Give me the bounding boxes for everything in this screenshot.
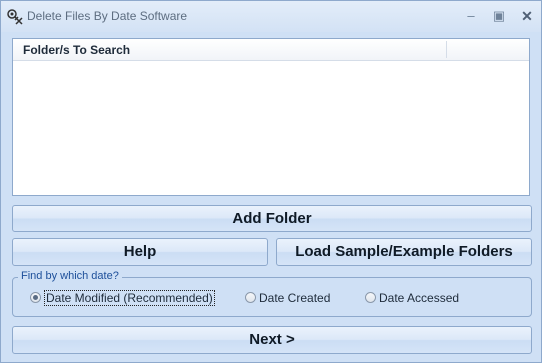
radio-label[interactable]: Date Accessed — [379, 291, 459, 305]
next-button[interactable]: Next > — [12, 326, 532, 354]
load-sample-folders-button[interactable]: Load Sample/Example Folders — [276, 238, 532, 266]
radio-label[interactable]: Date Created — [259, 291, 330, 305]
list-header: Folder/s To Search — [13, 39, 529, 61]
app-window: Delete Files By Date Software – ▣ ✕ Fold… — [0, 0, 542, 363]
app-icon — [7, 9, 23, 25]
radio-circle-selected[interactable] — [30, 292, 41, 303]
group-legend: Find by which date? — [18, 270, 122, 282]
column-header-folders[interactable]: Folder/s To Search — [23, 43, 130, 57]
date-type-group: Find by which date? Date Modified (Recom… — [12, 270, 532, 317]
folders-list[interactable]: Folder/s To Search — [12, 38, 530, 196]
maximize-icon[interactable]: ▣ — [488, 7, 510, 25]
add-folder-button[interactable]: Add Folder — [12, 205, 532, 232]
close-icon[interactable]: ✕ — [516, 7, 538, 25]
help-button[interactable]: Help — [12, 238, 268, 266]
minimize-icon[interactable]: – — [460, 7, 482, 25]
radio-circle[interactable] — [245, 292, 256, 303]
window-title: Delete Files By Date Software — [27, 9, 188, 23]
title-bar: Delete Files By Date Software – ▣ ✕ — [1, 1, 541, 32]
radio-label[interactable]: Date Modified (Recommended) — [44, 290, 215, 306]
radio-circle[interactable] — [365, 292, 376, 303]
column-divider — [446, 41, 447, 58]
